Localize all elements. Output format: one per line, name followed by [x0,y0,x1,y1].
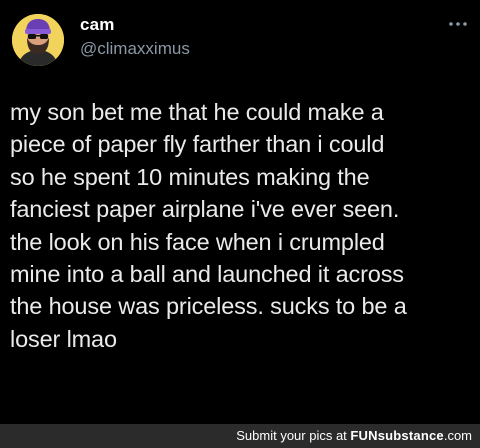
tweet-text-line: the look on his face when i crumpled [10,228,385,255]
user-handle[interactable]: @climaxximus [80,38,190,60]
tweet-text-line: my son bet me that he could make a [10,99,384,125]
watermark-text[interactable]: Submit your pics at FUNsubstance.com [236,428,472,444]
display-name[interactable]: cam [80,14,190,36]
tweet-text-line: loser lmao [10,325,117,352]
avatar[interactable] [12,14,64,66]
tweet-text-line: piece of paper fly farther than i could [10,131,385,158]
watermark-footer: Submit your pics at FUNsubstance.com [0,424,480,448]
watermark-suffix: .com [443,428,472,443]
tweet-text: my son bet me that he could make a piece… [10,96,472,355]
avatar-image [12,14,64,66]
tweet-text-line: so he spent 10 minutes making the [10,163,370,190]
tweet-text-line: the house was priceless. sucks to be a [10,293,407,320]
more-horizontal-icon[interactable] [448,18,468,30]
tweet-text-line: fanciest paper airplane i've ever seen. [10,196,400,223]
watermark-brand: FUNsubstance [350,428,444,443]
user-info: cam @climaxximus [80,14,190,60]
watermark-prefix: Submit your pics at [236,428,351,443]
tweet-card: cam @climaxximus my son bet me that he c… [0,0,480,424]
tweet-text-line: mine into a ball and launched it across [10,261,404,288]
